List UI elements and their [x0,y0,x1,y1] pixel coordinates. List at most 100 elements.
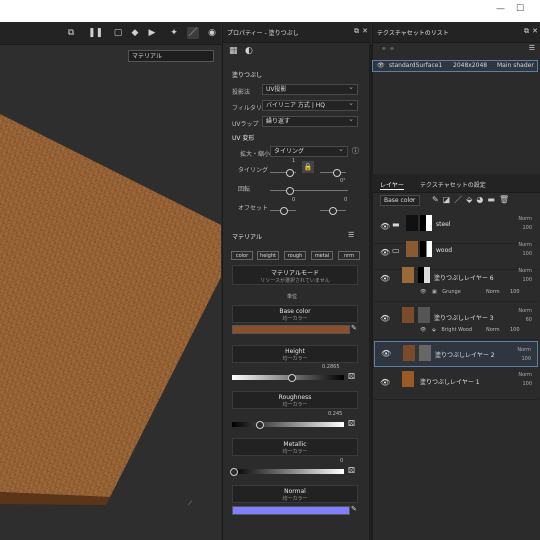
uv-transform-header[interactable]: UV 変形 [232,133,254,142]
height-subtitle: 均一カラー [282,356,308,362]
float-icon[interactable]: ⧉ [524,27,529,36]
channel-nrm-button[interactable]: nrm [338,251,360,260]
channel-rough-button[interactable]: rough [284,251,306,260]
fill-icon[interactable]: ◪ [443,195,455,204]
eye-icon[interactable]: 👁 [420,327,426,333]
layer-name: 塗りつぶしレイヤー 2 [435,352,495,359]
eye-icon[interactable]: 👁 [380,378,390,387]
dice-icon[interactable]: ⚄ [348,466,355,475]
roughness-card[interactable]: Roughness 均一カラー [232,391,358,409]
folder-icon[interactable]: ▬ [487,195,499,204]
eye-icon[interactable]: 👁 [380,222,390,231]
eye-icon[interactable]: 👁 [420,289,426,295]
base-color-card[interactable]: Base color 均一カラー [232,305,358,323]
layer-thumbnail [402,371,414,387]
channel-height-button[interactable]: height [257,251,279,260]
pen-icon[interactable]: ／ [454,195,466,204]
viewport-toolbar: ⧉ ❚❚ ▢ ◆ ▶ ✦ ／ ◉ [0,22,221,45]
normal-card[interactable]: Normal 均一カラー [232,485,358,503]
frame-select-icon[interactable]: ▢ [112,27,124,39]
texture-set-name: standardSurface1 [389,62,443,69]
roughness-subtitle: 均一カラー [282,402,308,408]
close-icon[interactable]: ✕ [362,27,368,35]
info-icon[interactable]: ⓘ [352,146,359,156]
channel-metal-button[interactable]: metal [311,251,333,260]
rotation-slider[interactable] [270,190,348,191]
mask-thumbnail [420,215,432,231]
bucket-icon[interactable]: ⬙ [466,195,476,204]
trash-icon[interactable]: 🗑 [499,195,513,204]
base-color-swatch[interactable] [232,325,350,334]
channel-color-button[interactable]: color [231,251,253,260]
tab-layers[interactable]: レイヤー [380,180,404,190]
layer-name: 塗りつぶしレイヤー 6 [434,275,494,282]
tiling-knob-u[interactable] [286,169,294,177]
base-color-title: Base color [279,308,311,315]
dice-icon[interactable]: ⚄ [348,372,355,381]
height-knob[interactable] [288,374,296,382]
camera-icon[interactable]: ◉ [206,27,218,39]
eye-icon[interactable]: 👁 [380,314,390,323]
frame-icon[interactable]: ⧉ [65,27,77,39]
offset-knob-u[interactable] [280,207,288,215]
light-icon[interactable]: ✦ [168,27,180,39]
cube-icon[interactable]: ◆ [129,27,141,39]
effect-row[interactable]: 👁 ⬙ Bright Wood Norm 100 [420,327,538,339]
lock-icon[interactable]: 🔒 [302,161,314,173]
brush-icon[interactable]: ／ [187,27,199,39]
float-icon[interactable]: ⧉ [354,27,359,36]
texture-set-resolution: 2048x2048 [453,62,488,69]
3d-viewport[interactable]: ⟋ [0,22,221,540]
layer-blend: Norm 60 [518,308,532,323]
metallic-card[interactable]: Metallic 均一カラー [232,438,358,456]
height-title: Height [285,348,305,355]
pause-icon[interactable]: ❚❚ [88,27,103,39]
eyedropper-icon[interactable]: ✎ [351,505,357,513]
dice-icon[interactable]: ⚄ [348,419,355,428]
link-icon[interactable]: ⚭ ⚭ [381,45,395,53]
texture-set-row[interactable]: 👁 standardSurface1 2048x2048 Main shader [372,60,538,72]
layer-blend: Norm 100 [518,242,532,257]
effect-blend: Norm [486,327,500,333]
layer-thumbnail [406,215,418,231]
mask-icon[interactable]: ◕ [476,195,487,204]
tiling-knob-v[interactable] [333,169,341,177]
scale-mode-select[interactable]: タイリング [270,145,348,157]
eye-icon[interactable]: 👁 [377,61,385,71]
channel-select[interactable]: Base color [380,194,420,206]
effect-opacity: 100 [510,327,520,333]
uvwrap-select[interactable]: 繰り返す [262,115,358,127]
menu-icon[interactable]: ☰ [348,231,354,239]
minimize-button[interactable]: — [496,4,505,14]
layer-thumbnail [402,267,414,283]
roughness-slider[interactable] [232,422,344,427]
metallic-title: Metallic [283,441,307,448]
rotation-knob[interactable] [286,187,294,195]
eye-icon[interactable]: 👁 [381,349,391,358]
layer-row-selected[interactable]: 👁 塗りつぶしレイヤー 2 Norm 100 [374,341,538,367]
metallic-slider[interactable] [232,469,344,474]
material-mode-card[interactable]: マテリアルモード リソースが選択されていません [232,265,358,285]
material-select[interactable]: マテリアル [128,50,214,62]
roughness-knob[interactable] [256,421,264,429]
eyedropper-icon[interactable]: ✎ [351,324,357,332]
close-icon[interactable]: ✕ [532,27,538,35]
layer-blend: Norm 100 [518,216,532,231]
fill-tab-icon[interactable]: ▦ [229,46,238,56]
eye-icon[interactable]: 👁 [380,248,390,257]
layer-row[interactable]: 👁 塗りつぶしレイヤー 1 Norm 100 [374,367,538,400]
paint-icon[interactable]: ✎ [432,195,443,204]
effect-row[interactable]: 👁 ▣ Grunge Norm 100 [420,289,538,301]
filtering-select[interactable]: バイリニア 方式 | HQ [262,99,358,111]
projection-select[interactable]: UV投影 [262,83,358,95]
tab-texture-set-settings[interactable]: テクスチャセットの設定 [420,180,486,189]
height-card[interactable]: Height 均一カラー [232,345,358,363]
maximize-button[interactable]: ☐ [516,4,524,14]
menu-icon[interactable]: ☰ [529,44,535,52]
mask-tab-icon[interactable]: ◐ [245,46,253,56]
metallic-knob[interactable] [230,468,238,476]
normal-swatch[interactable] [232,506,350,515]
video-icon[interactable]: ▶ [146,27,158,39]
eye-icon[interactable]: 👁 [380,274,390,283]
offset-knob-v[interactable] [329,207,337,215]
